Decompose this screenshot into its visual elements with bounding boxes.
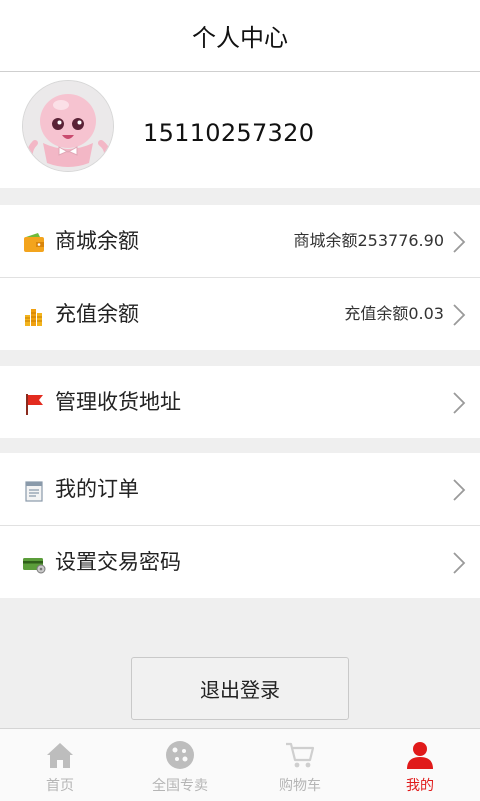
globe-icon	[166, 741, 194, 769]
user-icon	[407, 742, 433, 769]
chevron-right-icon	[453, 304, 466, 326]
chevron-right-icon	[453, 392, 466, 414]
logout-button[interactable]: 退出登录	[131, 657, 349, 720]
tab-mine-label: 我的	[406, 778, 434, 794]
flag-icon	[26, 394, 43, 415]
balance-group: 商城余额 商城余额253776.90 充值余额 充值余额0.03	[0, 205, 480, 350]
user-phone: 15110257320	[143, 119, 315, 147]
tab-cart[interactable]: 购物车	[240, 729, 360, 801]
mall-balance-label: 商城余额	[55, 229, 139, 253]
orders-group: 我的订单 设置交易密码	[0, 453, 480, 598]
trade-password-label: 设置交易密码	[55, 550, 181, 574]
recharge-balance-value: 充值余额0.03	[344, 304, 444, 323]
manage-address-label: 管理收货地址	[55, 390, 181, 414]
octopus-avatar-icon	[23, 81, 113, 171]
coins-icon	[25, 309, 42, 326]
tab-home-label: 首页	[46, 778, 74, 794]
home-icon	[47, 743, 73, 768]
tab-cart-label: 购物车	[279, 778, 321, 794]
tab-national-specialty[interactable]: 全国专卖	[120, 729, 240, 801]
receipt-icon	[25, 481, 43, 502]
my-orders-row[interactable]: 我的订单	[0, 453, 480, 526]
tab-national-specialty-label: 全国专卖	[152, 778, 208, 794]
wallet-icon	[24, 233, 44, 252]
tab-home[interactable]: 首页	[0, 729, 120, 801]
avatar[interactable]	[22, 80, 114, 172]
chevron-right-icon	[453, 552, 466, 574]
page-header: 个人中心	[0, 0, 480, 72]
bottom-tab-bar: 首页 全国专卖 购物车 我的	[0, 728, 480, 801]
mall-balance-row[interactable]: 商城余额 商城余额253776.90	[0, 205, 480, 278]
manage-address-row[interactable]: 管理收货地址	[0, 366, 480, 438]
profile-section[interactable]: 15110257320	[0, 72, 480, 188]
card-key-icon	[23, 558, 46, 574]
mall-balance-value: 商城余额253776.90	[293, 231, 444, 250]
my-orders-label: 我的订单	[55, 477, 139, 501]
tab-mine[interactable]: 我的	[360, 729, 480, 801]
page-title: 个人中心	[192, 24, 288, 52]
cart-icon	[286, 742, 315, 768]
chevron-right-icon	[453, 231, 466, 253]
recharge-balance-row[interactable]: 充值余额 充值余额0.03	[0, 278, 480, 350]
recharge-balance-label: 充值余额	[55, 302, 139, 326]
address-group: 管理收货地址	[0, 366, 480, 438]
trade-password-row[interactable]: 设置交易密码	[0, 526, 480, 598]
chevron-right-icon	[453, 479, 466, 501]
